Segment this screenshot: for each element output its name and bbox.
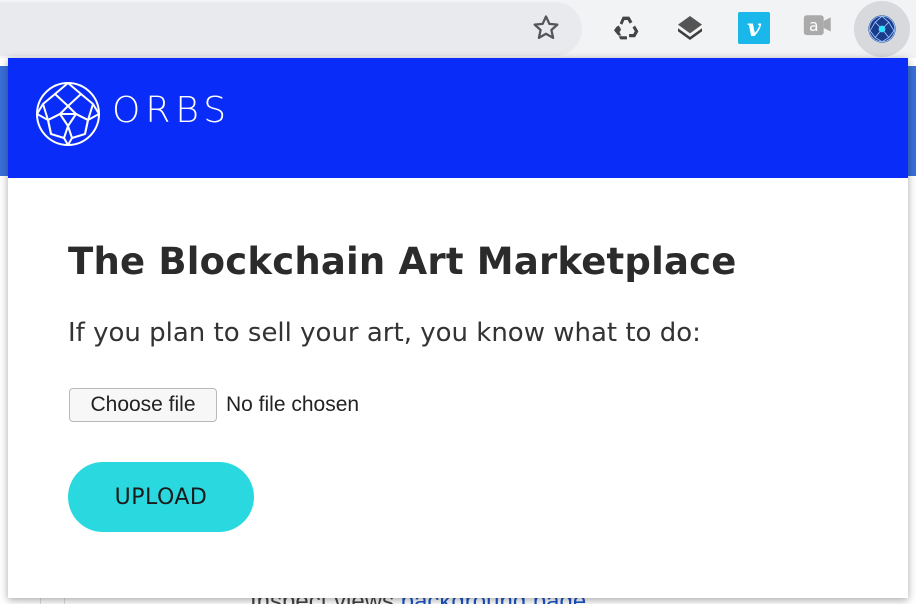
- brand-wordmark: ORBS: [112, 90, 232, 131]
- vimeo-icon[interactable]: v: [736, 10, 772, 46]
- browser-toolbar: v a: [0, 0, 916, 58]
- layers-icon[interactable]: [672, 10, 708, 46]
- orbs-logo-icon: [36, 82, 100, 146]
- popup-header: ORBS: [8, 58, 908, 178]
- background-header-edge: [908, 66, 916, 176]
- quote-icon[interactable]: a: [800, 10, 836, 46]
- recycle-icon[interactable]: [608, 10, 644, 46]
- background-header-edge: [0, 66, 8, 176]
- file-status-text: No file chosen: [226, 393, 360, 416]
- upload-button[interactable]: UPLOAD: [68, 462, 254, 532]
- page-title: The Blockchain Art Marketplace: [68, 240, 737, 283]
- quote-glyph: a: [809, 17, 819, 35]
- address-bar[interactable]: [0, 2, 582, 56]
- page-subtitle: If you plan to sell your art, you know w…: [68, 318, 701, 348]
- star-icon[interactable]: [528, 10, 564, 46]
- vimeo-glyph: v: [738, 12, 770, 44]
- orbs-extension-button[interactable]: [854, 1, 910, 57]
- browser-window: Inspect views background page v: [0, 0, 916, 604]
- choose-file-button[interactable]: Choose file: [69, 388, 217, 422]
- orbs-extension-icon: [868, 15, 896, 43]
- extension-popup: ORBS The Blockchain Art Marketplace If y…: [8, 58, 908, 598]
